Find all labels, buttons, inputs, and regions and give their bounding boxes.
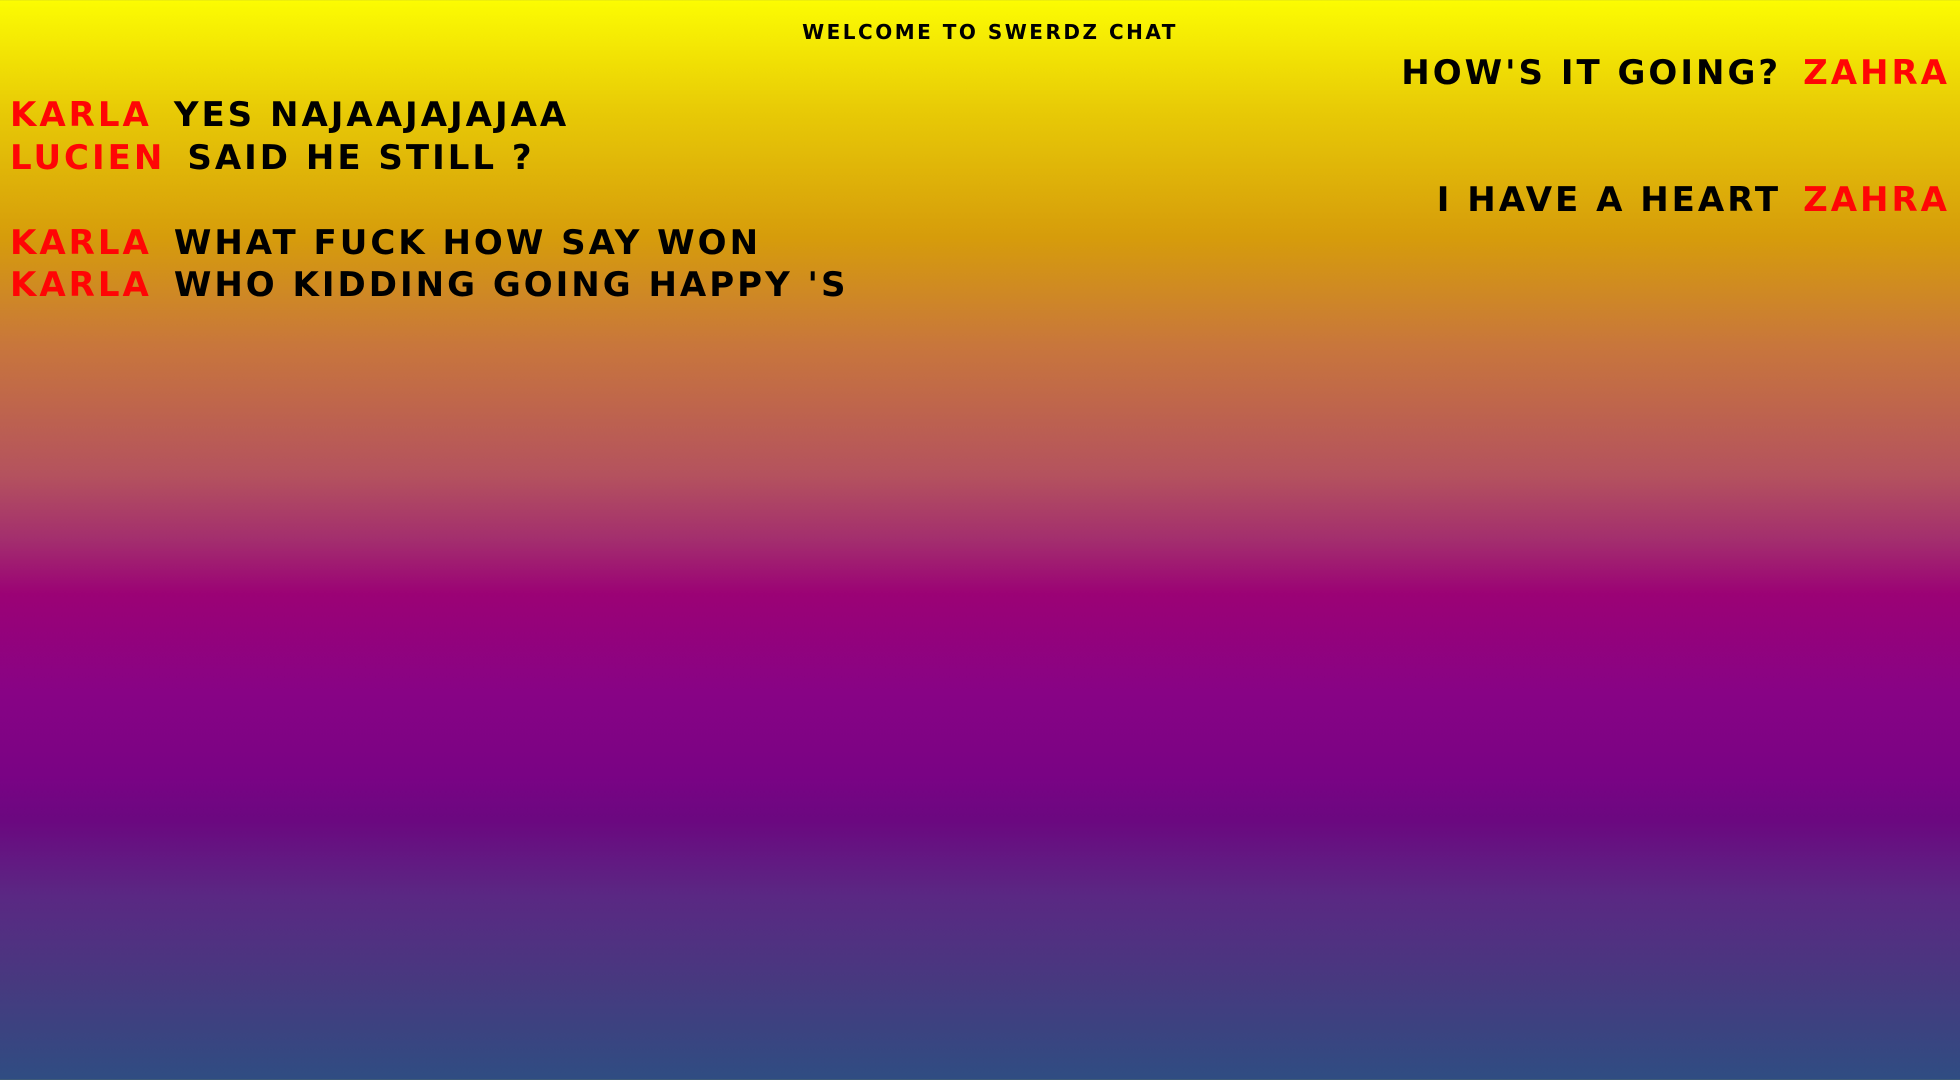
- message-text: WHO KIDDING GOING HAPPY 'S: [173, 265, 849, 305]
- chat-message-right: HOW'S IT GOING? ZAHRA: [1401, 52, 1950, 94]
- chat-title: WELCOME TO SWERDZ CHAT: [802, 20, 1178, 44]
- message-text: SAID HE STILL ?: [187, 138, 535, 178]
- message-text: I HAVE A HEART: [1436, 180, 1782, 220]
- chat-message-right: I HAVE A HEART ZAHRA: [1437, 179, 1950, 221]
- message-text: YES NAJAAJAJAJAA: [173, 95, 570, 135]
- message-text: WHAT FUCK HOW SAY WON: [173, 223, 762, 263]
- sender-name: KARLA: [10, 95, 152, 135]
- chat-message-left: KARLA WHAT FUCK HOW SAY WON: [10, 222, 761, 264]
- chat-message-left: KARLA WHO KIDDING GOING HAPPY 'S: [10, 264, 848, 306]
- sender-name: KARLA: [10, 223, 152, 263]
- chat-message-left: KARLA YES NAJAAJAJAJAA: [10, 94, 569, 136]
- sender-name: KARLA: [10, 265, 152, 305]
- message-text: HOW'S IT GOING?: [1401, 53, 1782, 93]
- sender-name: ZAHRA: [1803, 180, 1950, 220]
- chat-message-left: LUCIEN SAID HE STILL ?: [10, 137, 535, 179]
- sender-name: ZAHRA: [1803, 53, 1950, 93]
- sender-name: LUCIEN: [10, 138, 166, 178]
